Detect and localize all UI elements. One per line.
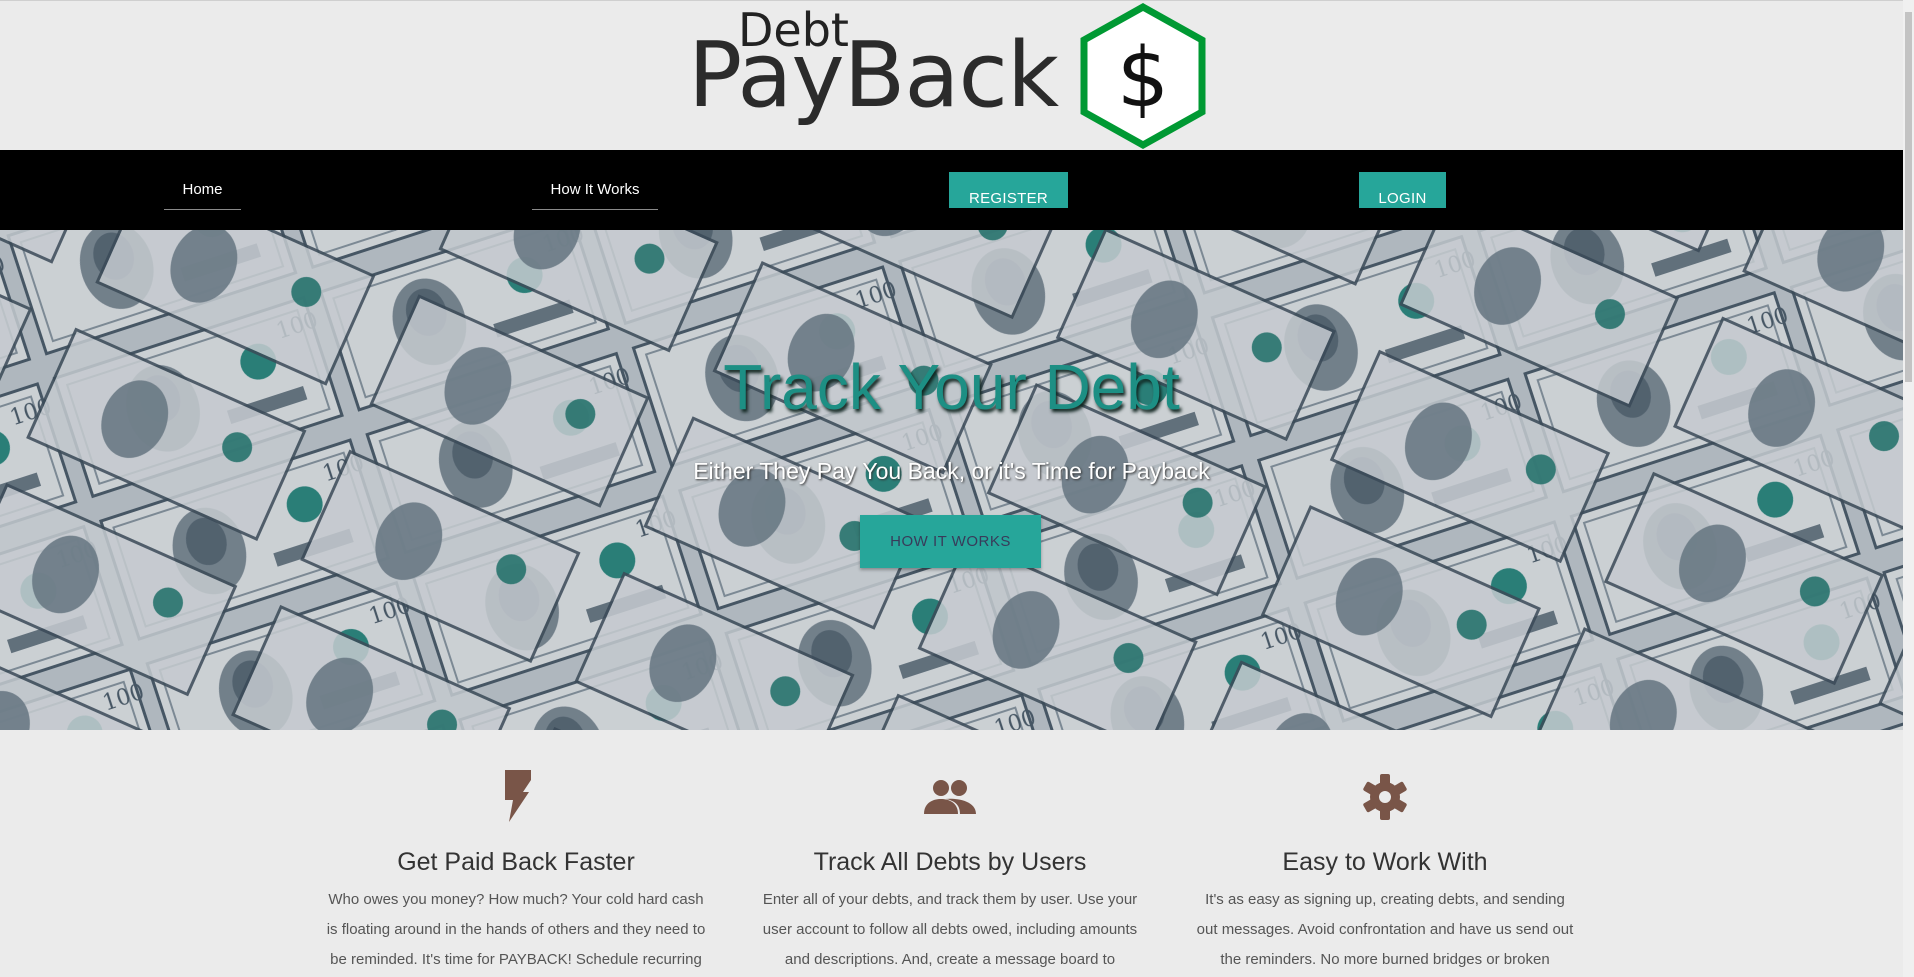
feature-title: Track All Debts by Users [813,848,1087,876]
feature-title: Easy to Work With [1282,848,1488,876]
feature-easy-to-work: Easy to Work With It's as easy as signin… [1195,730,1575,975]
feature-text: Who owes you money? How much? Your cold … [326,891,706,968]
gear-icon [1195,770,1575,828]
feature-text: Enter all of your debts, and track them … [762,891,1138,968]
logo[interactable]: Debt PayBack $ [688,3,1208,149]
hero-title: Track Your Debt [723,351,1180,423]
hero-subtitle: Either They Pay You Back, or it's Time f… [693,458,1210,484]
page: Debt PayBack $ Home How It Works REGISTE… [0,0,1903,977]
svg-text:$: $ [1117,31,1169,126]
features-section: Get Paid Back Faster Who owes you money?… [0,730,1903,977]
top-nav: Home How It Works REGISTER LOGIN [0,150,1903,230]
scrollbar-thumb[interactable] [1905,12,1912,382]
header: Debt PayBack $ [0,0,1903,150]
vertical-scrollbar[interactable] [1903,0,1914,977]
logo-payback-text: PayBack [688,23,1059,128]
feature-track-debts: Track All Debts by Users Enter all of yo… [760,730,1140,977]
feature-get-paid-faster: Get Paid Back Faster Who owes you money?… [326,730,706,975]
nav-how-it-works-link[interactable]: How It Works [532,180,658,210]
feature-title: Get Paid Back Faster [397,848,635,876]
register-button[interactable]: REGISTER [949,172,1068,208]
dollar-hexagon-icon: $ [1080,3,1206,149]
nav-home-link[interactable]: Home [164,180,241,210]
feature-text: It's as easy as signing up, creating deb… [1196,891,1574,968]
hero-how-it-works-button[interactable]: HOW IT WORKS [860,515,1041,568]
login-button[interactable]: LOGIN [1359,172,1446,208]
flash-icon [326,770,706,828]
hero-banner: 100 Track Your Debt Either They Pay You … [0,230,1903,730]
group-icon [760,770,1140,828]
